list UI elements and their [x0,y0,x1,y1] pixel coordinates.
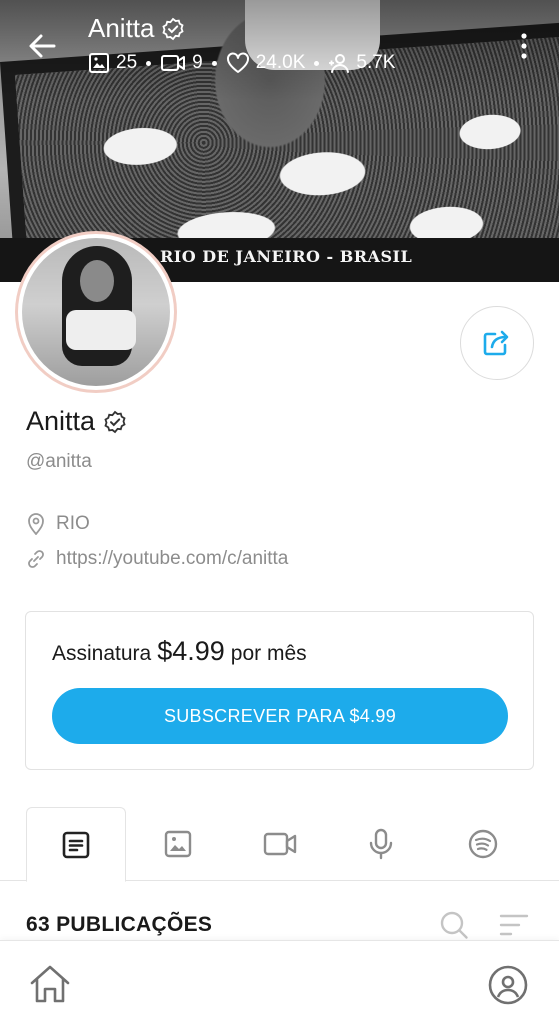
audio-icon [369,828,393,860]
tab-videos[interactable] [230,807,330,881]
user-icon [329,54,350,73]
home-button[interactable] [28,963,72,1010]
website-row[interactable]: https://youtube.com/c/anitta [26,548,288,570]
photo-icon [89,53,109,73]
profile-icon [488,965,528,1005]
verified-icon [161,17,184,40]
search-icon [440,911,468,939]
photos-icon [164,830,192,858]
top-bar: Anitta 25 9 24.0K 5.7K [0,0,559,90]
avatar-image [22,238,170,386]
more-vertical-icon [521,33,527,59]
bottom-nav [0,940,559,1024]
website-link[interactable]: https://youtube.com/c/anitta [56,548,288,570]
subscription-card: Assinatura $4.99 por mês SUBSCREVER PARA… [25,611,534,770]
posts-icon [62,831,90,858]
more-options-button[interactable] [512,28,536,64]
stat-likes: 24.0K [226,52,305,74]
tab-audio[interactable] [331,807,431,881]
profile-name: Anitta [26,406,127,437]
subscribe-button[interactable]: SUBSCREVER PARA $4.99 [52,688,508,744]
subscription-price: $4.99 [157,636,225,666]
subscription-label: Assinatura [52,642,152,665]
location-row: RIO [26,513,90,535]
share-button[interactable] [460,306,534,380]
stat-photos: 25 [88,52,137,74]
publications-count: 63 PUBLICAÇÕES [26,913,213,936]
location-pin-icon [28,513,44,535]
heart-icon [226,52,249,73]
home-icon [30,965,70,1003]
share-icon [483,330,509,356]
tab-posts[interactable] [26,807,126,882]
subscription-price-text: Assinatura $4.99 por mês [52,636,307,667]
verified-icon [104,410,126,433]
sort-icon [499,914,529,936]
tab-photos[interactable] [128,807,228,881]
profile-button[interactable] [488,965,528,1010]
stat-fans: 5.7K [328,52,395,74]
profile-name-text: Anitta [26,406,96,436]
video-icon [161,55,186,71]
header-stats: 25 9 24.0K 5.7K [88,52,395,74]
videos-icon [263,832,297,856]
avatar[interactable] [18,234,174,390]
content-tabs [0,807,559,882]
link-icon [28,550,44,568]
stat-videos: 9 [160,52,203,74]
subscription-period: por mês [230,642,307,665]
back-button[interactable] [24,26,64,66]
header-name: Anitta [88,13,155,43]
arrow-left-icon [29,34,56,58]
tab-spotify[interactable] [433,807,533,881]
location-text: RIO [56,513,90,534]
header-title: Anitta [88,13,185,44]
spotify-icon [468,829,498,859]
profile-handle: @anitta [26,451,92,472]
